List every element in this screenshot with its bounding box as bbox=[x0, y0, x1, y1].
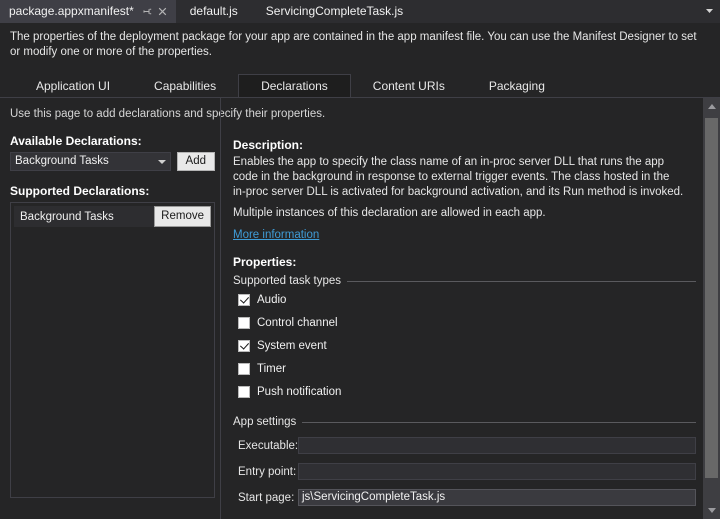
list-item-label: Background Tasks bbox=[20, 211, 114, 223]
checkbox-label-audio: Audio bbox=[257, 294, 286, 306]
scroll-down-arrow-icon[interactable] bbox=[703, 502, 720, 519]
field-row-executable: Executable: bbox=[233, 437, 696, 454]
entry-point-input[interactable] bbox=[298, 463, 696, 480]
group-rule bbox=[347, 281, 696, 282]
document-tab-label: ServicingCompleteTask.js bbox=[266, 0, 403, 23]
document-tab-label: default.js bbox=[190, 0, 238, 23]
checkbox-row-timer[interactable]: Timer bbox=[233, 359, 696, 379]
checkbox-system-event[interactable] bbox=[238, 340, 250, 352]
field-row-start-page: Start page: js\ServicingCompleteTask.js bbox=[233, 489, 696, 506]
declarations-page: Use this page to add declarations and sp… bbox=[0, 98, 720, 519]
description-heading: Description: bbox=[233, 138, 696, 152]
add-button[interactable]: Add bbox=[177, 152, 215, 171]
tab-capabilities[interactable]: Capabilities bbox=[132, 74, 238, 98]
tabstrip-overflow-menu-button[interactable] bbox=[698, 0, 720, 23]
panel-divider bbox=[220, 98, 221, 519]
checkbox-control-channel[interactable] bbox=[238, 317, 250, 329]
page-vertical-scrollbar[interactable] bbox=[703, 98, 720, 519]
document-tab-icons bbox=[142, 6, 168, 17]
document-tab-default-js[interactable]: default.js bbox=[176, 0, 252, 23]
tab-content-uris[interactable]: Content URIs bbox=[351, 74, 467, 98]
supported-declarations-label: Supported Declarations: bbox=[10, 184, 215, 198]
page-hint: Use this page to add declarations and sp… bbox=[10, 108, 325, 120]
field-label-entry-point: Entry point: bbox=[238, 466, 298, 478]
remove-button[interactable]: Remove bbox=[154, 206, 211, 227]
declarations-left-panel: Available Declarations: Background Tasks… bbox=[10, 134, 215, 498]
group-rule bbox=[302, 422, 696, 423]
available-declarations-value: Background Tasks bbox=[15, 155, 109, 167]
supported-task-types-label: Supported task types bbox=[233, 275, 341, 287]
available-declarations-label: Available Declarations: bbox=[10, 134, 215, 148]
executable-input[interactable] bbox=[298, 437, 696, 454]
chevron-down-icon bbox=[704, 5, 715, 19]
app-settings-group-header: App settings bbox=[233, 416, 696, 428]
properties-heading: Properties: bbox=[233, 255, 696, 269]
close-icon[interactable] bbox=[157, 6, 168, 17]
pin-icon[interactable] bbox=[142, 6, 153, 17]
field-row-entry-point: Entry point: bbox=[233, 463, 696, 480]
checkbox-row-control-channel[interactable]: Control channel bbox=[233, 313, 696, 333]
designer-tabs: Application UI Capabilities Declarations… bbox=[0, 74, 720, 98]
manifest-designer-window: package.appxmanifest* default.js Servici… bbox=[0, 0, 720, 519]
manifest-banner: The properties of the deployment package… bbox=[0, 23, 720, 73]
checkbox-row-push-notification[interactable]: Push notification bbox=[233, 382, 696, 402]
checkbox-push-notification[interactable] bbox=[238, 386, 250, 398]
available-declarations-row: Background Tasks Add bbox=[10, 152, 215, 171]
checkbox-timer[interactable] bbox=[238, 363, 250, 375]
supported-declarations-list[interactable]: Background Tasks Remove bbox=[10, 202, 215, 498]
description-paragraph-2: Multiple instances of this declaration a… bbox=[233, 206, 685, 221]
field-label-executable: Executable: bbox=[238, 440, 298, 452]
more-information-link[interactable]: More information bbox=[233, 229, 319, 241]
checkbox-audio[interactable] bbox=[238, 294, 250, 306]
scroll-up-triangle bbox=[708, 104, 716, 109]
declarations-right-panel: Description: Enables the app to specify … bbox=[233, 138, 696, 506]
checkbox-label-push-notification: Push notification bbox=[257, 386, 341, 398]
field-label-start-page: Start page: bbox=[238, 492, 298, 504]
tab-packaging[interactable]: Packaging bbox=[467, 74, 567, 98]
caret-down-icon bbox=[158, 160, 166, 164]
document-tab-label: package.appxmanifest* bbox=[9, 0, 134, 23]
manifest-banner-text: The properties of the deployment package… bbox=[10, 30, 708, 60]
start-page-input[interactable]: js\ServicingCompleteTask.js bbox=[298, 489, 696, 506]
tabstrip-spacer bbox=[417, 0, 698, 23]
checkbox-label-system-event: System event bbox=[257, 340, 327, 352]
scrollbar-thumb[interactable] bbox=[705, 118, 718, 478]
tab-application-ui[interactable]: Application UI bbox=[14, 74, 132, 98]
tab-declarations[interactable]: Declarations bbox=[238, 74, 351, 98]
app-settings-label: App settings bbox=[233, 416, 296, 428]
available-declarations-combobox[interactable]: Background Tasks bbox=[10, 152, 171, 171]
scroll-down-triangle bbox=[708, 508, 716, 513]
list-item[interactable]: Background Tasks Remove bbox=[14, 206, 211, 227]
checkbox-label-control-channel: Control channel bbox=[257, 317, 338, 329]
description-paragraph-1: Enables the app to specify the class nam… bbox=[233, 155, 685, 200]
supported-task-types-group-header: Supported task types bbox=[233, 275, 696, 287]
checkbox-label-timer: Timer bbox=[257, 363, 286, 375]
document-tab-servicingcompletetask-js[interactable]: ServicingCompleteTask.js bbox=[252, 0, 417, 23]
scroll-up-arrow-icon[interactable] bbox=[703, 98, 720, 115]
checkbox-row-system-event[interactable]: System event bbox=[233, 336, 696, 356]
document-tab-package-appxmanifest[interactable]: package.appxmanifest* bbox=[0, 0, 176, 23]
checkbox-row-audio[interactable]: Audio bbox=[233, 290, 696, 310]
document-tabstrip: package.appxmanifest* default.js Servici… bbox=[0, 0, 720, 23]
